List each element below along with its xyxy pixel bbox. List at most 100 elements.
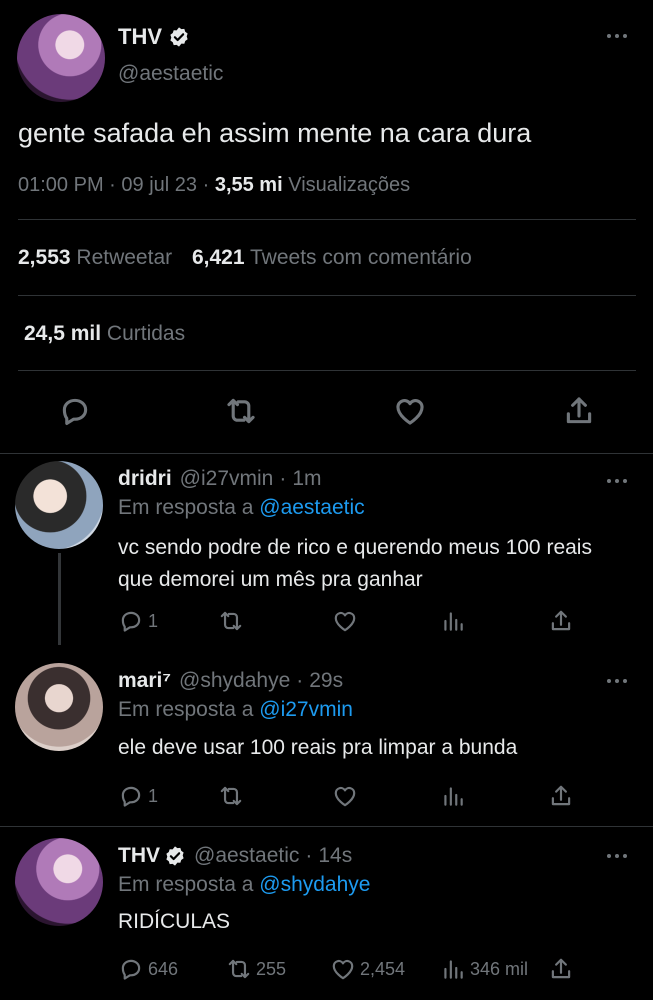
separator: · bbox=[202, 174, 210, 196]
reply-context: Em resposta a @shydahye bbox=[118, 873, 370, 897]
tweet-text: vc sendo podre de rico e querendo meus 1… bbox=[118, 536, 592, 591]
retweet-icon bbox=[220, 786, 242, 806]
views-icon bbox=[444, 787, 463, 806]
share-button[interactable] bbox=[548, 956, 578, 982]
views-icon bbox=[444, 612, 463, 631]
display-name[interactable]: THV bbox=[118, 24, 162, 50]
separator: · bbox=[296, 669, 304, 692]
divider bbox=[18, 219, 636, 220]
divider bbox=[0, 453, 653, 454]
handle[interactable]: @i27vmin bbox=[180, 467, 274, 491]
reply-count: 1 bbox=[148, 610, 159, 631]
avatar[interactable] bbox=[15, 838, 103, 926]
verified-badge-icon bbox=[166, 846, 184, 866]
reply-tweet[interactable]: mari⁷ @shydahye · 29s Em resposta a @i27… bbox=[0, 655, 653, 830]
quotes-label: Tweets com comentário bbox=[250, 246, 472, 269]
like-icon[interactable] bbox=[393, 394, 427, 428]
reply-to-link[interactable]: @shydahye bbox=[259, 873, 370, 896]
retweet-icon bbox=[228, 959, 250, 979]
views-icon bbox=[444, 960, 463, 979]
display-name[interactable]: dridri bbox=[118, 467, 172, 491]
reply-prefix: Em resposta a bbox=[118, 698, 254, 721]
avatar[interactable] bbox=[17, 14, 105, 102]
tweet-actions: 646 255 2,454 346 mil bbox=[118, 956, 638, 988]
more-icon[interactable] bbox=[605, 850, 629, 862]
reply-tweet[interactable]: dridri @i27vmin · 1m Em resposta a @aest… bbox=[0, 455, 653, 645]
avatar[interactable] bbox=[15, 663, 103, 751]
display-name[interactable]: mari⁷ bbox=[118, 669, 171, 693]
tweet-actions: 1 bbox=[118, 608, 638, 640]
separator: · bbox=[109, 174, 116, 196]
tweet-text: ele deve usar 100 reais pra limpar a bun… bbox=[118, 736, 518, 759]
tweet-time[interactable]: 14s bbox=[318, 844, 352, 868]
views-count: 3,55 mi bbox=[214, 174, 283, 196]
divider bbox=[0, 826, 653, 827]
stats-row-retweets: 2,553 Retweetar 6,421 Tweets com comentá… bbox=[18, 246, 472, 270]
reply-icon bbox=[121, 959, 141, 980]
reply-count: 1 bbox=[148, 785, 159, 806]
reply-icon[interactable] bbox=[58, 394, 92, 428]
more-icon[interactable] bbox=[605, 30, 629, 42]
like-button[interactable] bbox=[332, 608, 362, 634]
retweet-button[interactable] bbox=[218, 608, 248, 634]
reply-tweet[interactable]: THV @aestaetic · 14s Em resposta a @shyd… bbox=[0, 828, 653, 1000]
tweet-date[interactable]: 09 jul 23 bbox=[121, 174, 197, 196]
reply-to-link[interactable]: @i27vmin bbox=[259, 698, 353, 721]
retweet-icon bbox=[220, 611, 242, 631]
tweet-time[interactable]: 29s bbox=[309, 669, 343, 693]
retweets-count: 2,553 bbox=[18, 246, 71, 269]
avatar[interactable] bbox=[15, 461, 103, 549]
retweet-count: 255 bbox=[256, 958, 287, 979]
like-icon bbox=[334, 786, 356, 807]
views-label: Visualizações bbox=[288, 174, 411, 196]
display-name[interactable]: THV bbox=[118, 844, 160, 868]
handle[interactable]: @aestaetic bbox=[194, 844, 299, 868]
share-icon bbox=[551, 610, 571, 631]
quotes-count: 6,421 bbox=[191, 246, 245, 269]
divider bbox=[18, 295, 636, 296]
reply-prefix: Em resposta a bbox=[118, 873, 254, 896]
more-icon[interactable] bbox=[605, 475, 629, 487]
reply-button[interactable]: 1 bbox=[118, 608, 158, 634]
retweets-stat[interactable]: 2,553 Retweetar bbox=[18, 246, 178, 269]
reply-context: Em resposta a @aestaetic bbox=[118, 496, 365, 520]
tweet-text: gente safada eh assim mente na cara dura bbox=[18, 118, 532, 148]
tweet-time[interactable]: 01:00 PM bbox=[18, 174, 104, 196]
more-icon[interactable] bbox=[605, 675, 629, 687]
share-icon[interactable] bbox=[562, 394, 596, 428]
reply-button[interactable]: 1 bbox=[118, 783, 158, 809]
like-icon bbox=[332, 959, 354, 980]
likes-count: 24,5 mil bbox=[24, 322, 102, 345]
like-button[interactable] bbox=[332, 783, 362, 809]
likes-label: Curtidas bbox=[106, 322, 186, 345]
like-button[interactable]: 2,454 bbox=[330, 956, 405, 982]
tweet-time[interactable]: 1m bbox=[292, 467, 321, 491]
like-count: 2,454 bbox=[360, 958, 406, 979]
share-button[interactable] bbox=[548, 783, 578, 809]
main-tweet: THV @aestaetic gente safada eh assim men… bbox=[0, 0, 653, 455]
share-button[interactable] bbox=[548, 608, 578, 634]
reply-button[interactable]: 646 bbox=[118, 956, 178, 982]
retweet-button[interactable]: 255 bbox=[226, 956, 286, 982]
reply-to-link[interactable]: @aestaetic bbox=[259, 496, 364, 519]
divider bbox=[18, 370, 636, 371]
reply-icon bbox=[121, 786, 141, 807]
tweet-meta: 01:00 PM · 09 jul 23 · 3,55 mi Visualiza… bbox=[18, 174, 410, 197]
reply-icon bbox=[121, 611, 141, 632]
views-button[interactable] bbox=[440, 783, 470, 809]
retweet-icon[interactable] bbox=[224, 394, 258, 428]
author-row: mari⁷ @shydahye · 29s bbox=[118, 669, 343, 693]
likes-stat[interactable]: 24,5 mil Curtidas bbox=[24, 322, 185, 346]
reply-prefix: Em resposta a bbox=[118, 496, 254, 519]
handle[interactable]: @aestaetic bbox=[118, 62, 223, 86]
reply-count: 646 bbox=[148, 958, 179, 979]
views-button[interactable] bbox=[440, 608, 470, 634]
quotes-stat[interactable]: 6,421 Tweets com comentário bbox=[192, 246, 472, 269]
tweet-text: RIDÍCULAS bbox=[118, 910, 231, 933]
retweet-button[interactable] bbox=[218, 783, 248, 809]
handle[interactable]: @shydahye bbox=[179, 669, 290, 693]
verified-badge-icon bbox=[170, 27, 188, 47]
views-button[interactable]: 346 mil bbox=[440, 956, 528, 982]
author-row: THV bbox=[118, 24, 190, 50]
retweets-label: Retweetar bbox=[76, 246, 173, 269]
